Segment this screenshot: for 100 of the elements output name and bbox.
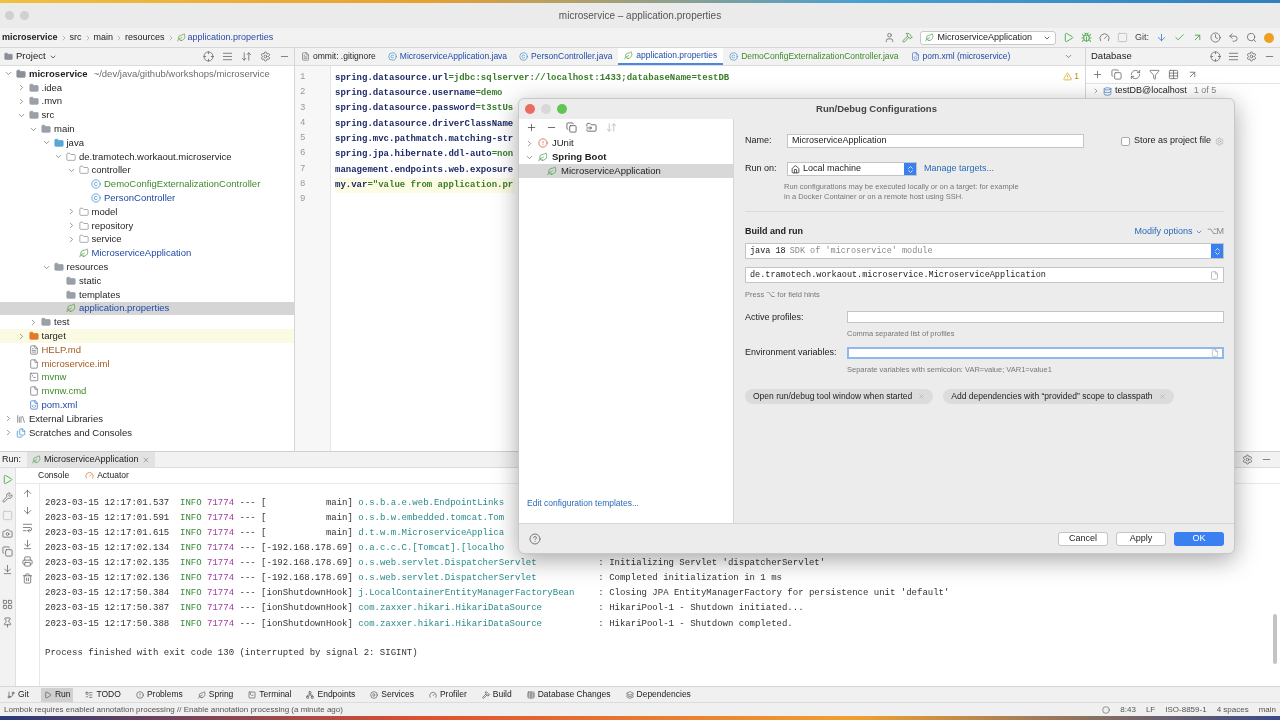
- stop-icon[interactable]: [2, 510, 13, 521]
- tree-item[interactable]: main: [0, 122, 294, 136]
- editor-tab[interactable]: PersonController.java: [513, 48, 619, 65]
- tree-item[interactable]: repository: [0, 218, 294, 233]
- locate-icon[interactable]: [1210, 51, 1221, 62]
- update-icon[interactable]: [1156, 32, 1167, 43]
- tree-item[interactable]: templates: [0, 287, 294, 302]
- tree-item[interactable]: application.properties: [0, 301, 294, 316]
- option-chip[interactable]: Open run/debug tool window when started: [745, 388, 934, 404]
- debug-icon[interactable]: [1081, 32, 1092, 43]
- config-tree-item[interactable]: Spring Boot: [519, 150, 733, 164]
- tabs-menu-icon[interactable]: [1064, 52, 1073, 61]
- tool-window-button[interactable]: Build: [478, 687, 515, 702]
- editor-tab[interactable]: ommit: .gitignore: [295, 48, 382, 65]
- close-window-button[interactable]: [5, 11, 14, 20]
- sort-icon[interactable]: [606, 121, 617, 133]
- console-tab[interactable]: Console: [38, 469, 70, 482]
- pin-icon[interactable]: [2, 617, 13, 628]
- wrench-icon[interactable]: [2, 492, 13, 503]
- close-icon[interactable]: [141, 455, 150, 464]
- run-tab[interactable]: MicroserviceApplication: [27, 452, 155, 467]
- scroll-end-icon[interactable]: [22, 539, 33, 550]
- tree-item[interactable]: DemoConfigExternalizationController: [0, 177, 294, 192]
- chevron-icon[interactable]: [4, 428, 13, 438]
- chevron-icon[interactable]: [525, 138, 534, 148]
- clear-icon[interactable]: [22, 573, 33, 584]
- camera-icon[interactable]: [2, 528, 13, 539]
- add-icon[interactable]: [526, 121, 537, 133]
- store-checkbox[interactable]: [1120, 136, 1130, 146]
- tool-window-button[interactable]: Run: [40, 687, 74, 702]
- wrap-icon[interactable]: [22, 522, 33, 533]
- option-chip[interactable]: Add dependencies with “provided” scope to classpath: [943, 388, 1174, 404]
- tree-item[interactable]: PersonController: [0, 191, 294, 205]
- chevron-icon[interactable]: [29, 317, 38, 327]
- layout-icon[interactable]: [2, 599, 13, 610]
- text-field[interactable]: [847, 346, 1224, 359]
- modify-options-link[interactable]: Modify options: [1134, 225, 1203, 239]
- tool-window-button[interactable]: Dependencies: [622, 687, 694, 702]
- run-on-select[interactable]: Local machine: [787, 162, 917, 176]
- config-tree-item[interactable]: MicroserviceApplication: [519, 164, 733, 178]
- update-badge-icon[interactable]: [1264, 32, 1274, 43]
- editor-tab[interactable]: MicroserviceApplication.java: [381, 48, 514, 65]
- breadcrumb[interactable]: microservice: [2, 30, 58, 45]
- tree-item[interactable]: controller: [0, 163, 294, 178]
- zoom-window-button[interactable]: [557, 104, 567, 114]
- tree-item[interactable]: HELP.md: [0, 342, 294, 357]
- push-icon[interactable]: [1192, 32, 1203, 43]
- checkbox-label[interactable]: Store as project file: [1133, 134, 1211, 148]
- tree-item[interactable]: mvnw.cmd: [0, 384, 294, 399]
- tree-item[interactable]: test: [0, 315, 294, 330]
- rollback-icon[interactable]: [1228, 32, 1239, 43]
- status-item[interactable]: main: [1258, 703, 1276, 716]
- add-icon[interactable]: [1092, 69, 1103, 80]
- status-item[interactable]: LF: [1145, 703, 1156, 716]
- tree-item[interactable]: static: [0, 273, 294, 288]
- tree-item[interactable]: Scratches and Consoles: [0, 425, 294, 440]
- breadcrumb[interactable]: resources: [125, 30, 165, 45]
- editor-tab[interactable]: pom.xml (microservice): [904, 48, 1017, 65]
- tree-item[interactable]: de.tramotech.workaout.microservice: [0, 149, 294, 164]
- tool-window-button[interactable]: Database Changes: [523, 687, 614, 702]
- coverage-icon[interactable]: [1099, 32, 1110, 43]
- move-icon[interactable]: [586, 121, 597, 133]
- tool-window-button[interactable]: TODO: [82, 687, 124, 702]
- stop-icon[interactable]: [1117, 32, 1128, 43]
- rerun-icon[interactable]: [2, 474, 13, 485]
- manage-targets-link[interactable]: Manage targets...: [924, 162, 995, 176]
- dialog-button[interactable]: Cancel: [1058, 531, 1108, 546]
- status-message[interactable]: Lombok requires enabled annotation processing // Enable annotation processing (a minute ago): [4, 703, 343, 716]
- main-class-field[interactable]: de.tramotech.workaout.microservice.MicroserviceApplication: [745, 267, 1224, 283]
- status-item[interactable]: 8:43: [1120, 703, 1136, 716]
- panel-title[interactable]: Project: [16, 49, 46, 64]
- breadcrumb[interactable]: main: [93, 30, 114, 45]
- run-config-select[interactable]: MicroserviceApplication: [920, 30, 1056, 45]
- tree-item[interactable]: microservice.iml: [0, 356, 294, 371]
- tree-item[interactable]: .mvn: [0, 94, 294, 109]
- console-tab[interactable]: Actuator: [85, 469, 129, 482]
- status-item[interactable]: 4 spaces: [1216, 703, 1249, 716]
- settings-icon[interactable]: [1242, 454, 1253, 465]
- copy-icon[interactable]: [566, 121, 577, 133]
- tree-item[interactable]: microservice ~/dev/java/github/workshops/microservice: [0, 67, 294, 81]
- panel-title[interactable]: Database: [1091, 49, 1132, 64]
- editor-tab[interactable]: DemoConfigExternalizationController.java: [723, 48, 905, 65]
- dialog-button[interactable]: Apply: [1116, 531, 1166, 546]
- data-source[interactable]: testDB@localhost: [1115, 84, 1187, 98]
- tree-item[interactable]: model: [0, 204, 294, 219]
- minimize-window-button[interactable]: [20, 11, 29, 20]
- tree-item[interactable]: MicroserviceApplication: [0, 246, 294, 261]
- dialog-button[interactable]: OK: [1174, 531, 1224, 546]
- scrollbar[interactable]: [1273, 614, 1277, 664]
- config-tree-item[interactable]: JUnit: [519, 136, 733, 150]
- settings-icon[interactable]: [260, 51, 271, 62]
- chevron-icon[interactable]: [1092, 87, 1100, 95]
- text-field[interactable]: [847, 311, 1224, 324]
- status-item[interactable]: ISO-8859-1: [1165, 703, 1207, 716]
- build-icon[interactable]: [902, 32, 914, 43]
- print-icon[interactable]: [22, 556, 33, 567]
- locate-icon[interactable]: [203, 51, 214, 62]
- history-icon[interactable]: [1210, 32, 1221, 43]
- tree-item[interactable]: src: [0, 108, 294, 123]
- tree-item[interactable]: target: [0, 329, 294, 343]
